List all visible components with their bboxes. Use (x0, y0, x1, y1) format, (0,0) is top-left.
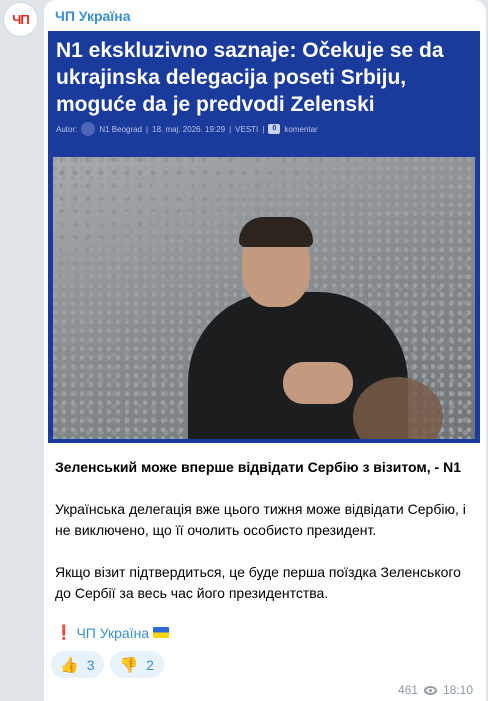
reaction-thumbs-down[interactable]: 👎 2 (110, 651, 164, 678)
channel-name[interactable]: ЧП Україна (55, 8, 131, 24)
preview-photo[interactable] (53, 157, 475, 439)
photo-figure-hair (239, 217, 313, 247)
author-avatar-icon (81, 122, 96, 136)
message-title: Зеленський може вперше відвідати Сербію … (55, 459, 461, 475)
reactions-bar: 👍 3 👎 2 (51, 651, 164, 678)
message-footer: 461 18:10 (398, 683, 473, 697)
message-time: 18:10 (442, 683, 473, 697)
meta-separator: | (146, 124, 149, 134)
photo-figure-hand (283, 362, 353, 404)
comment-icon: 0 (268, 124, 281, 134)
thumbs-up-icon: 👍 (60, 656, 79, 674)
eye-icon (423, 685, 437, 695)
meta-separator: | (262, 124, 265, 134)
channel-avatar[interactable]: ЧП (3, 2, 38, 37)
message-paragraph-2: Якщо візит підтвердиться, це буде перша … (55, 564, 461, 601)
preview-title: N1 ekskluzivno saznaje: Očekuje se da uk… (56, 39, 444, 116)
ukraine-flag-icon (153, 627, 170, 638)
thumbs-down-icon: 👎 (119, 656, 139, 674)
exclamation-icon: ❗ (55, 624, 73, 640)
signature-text: ЧП Україна (76, 624, 150, 641)
reaction-thumbs-up[interactable]: 👍 3 (51, 651, 105, 678)
link-preview[interactable]: N1 ekskluzivno saznaje: Očekuje se da uk… (48, 31, 480, 443)
reaction-count: 3 (86, 656, 95, 673)
channel-signature-link[interactable]: ❗ ЧП Україна (55, 624, 170, 641)
message-paragraph-1: Українська делегація вже цього тижня мож… (55, 501, 466, 538)
article-date: 18. maj. 2026. 19:29 (152, 124, 226, 134)
article-section: VESTI (235, 124, 259, 134)
meta-separator: | (229, 124, 232, 134)
view-count: 461 (397, 683, 418, 697)
author-name: N1 Beograd (99, 124, 143, 134)
preview-meta: Autor: N1 Beograd | 18. maj. 2026. 19:29… (56, 122, 318, 136)
author-label: Autor: (56, 124, 78, 134)
message-bubble: ЧП Україна N1 ekskluzivno saznaje: Očeku… (44, 0, 486, 701)
reaction-count: 2 (146, 656, 154, 673)
comments-label: komentar (284, 124, 318, 134)
